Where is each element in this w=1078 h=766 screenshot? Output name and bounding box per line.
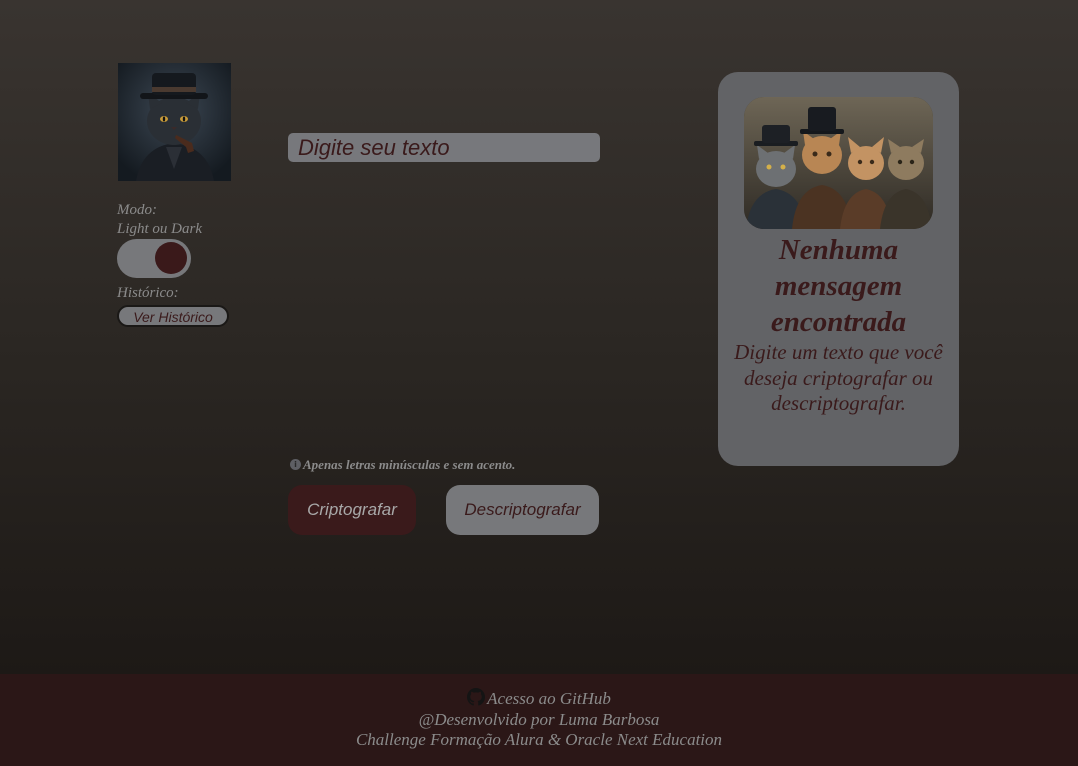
decrypt-button[interactable]: Descriptografar [446, 485, 599, 535]
footer: Acesso ao GitHub @Desenvolvido por Luma … [0, 674, 1078, 766]
text-input[interactable] [288, 133, 600, 162]
challenge-credit: Challenge Formação Alura & Oracle Next E… [355, 730, 723, 749]
theme-mode-label: Modo: Light ou Dark [117, 201, 202, 239]
toggle-knob [155, 242, 187, 274]
info-icon: i [290, 459, 301, 470]
cats-gang-illustration [744, 97, 933, 229]
history-label: Histórico: [117, 285, 179, 301]
mode-sublabel: Light ou Dark [117, 221, 203, 237]
hint-text: Apenas letras minúsculas e sem acento. [303, 457, 516, 472]
mode-label: Modo: [117, 202, 157, 218]
input-hint: i Apenas letras minúsculas e sem acento. [290, 457, 515, 473]
encrypt-button[interactable]: Criptografar [288, 485, 416, 535]
cat-detective-logo [118, 63, 231, 181]
developer-credit: @Desenvolvido por Luma Barbosa [418, 709, 660, 729]
github-icon [467, 688, 486, 706]
github-line: Acesso ao GitHub [0, 688, 1078, 710]
result-title: Nenhuma mensagem encontrada [770, 234, 907, 338]
view-history-button[interactable]: Ver Histórico [117, 305, 229, 327]
theme-toggle[interactable] [117, 239, 191, 278]
result-panel: Nenhuma mensagem encontrada Digite um te… [718, 72, 959, 466]
result-message: Digite um texto que você deseja criptogr… [734, 340, 943, 415]
github-link[interactable]: Acesso ao GitHub [487, 689, 611, 708]
